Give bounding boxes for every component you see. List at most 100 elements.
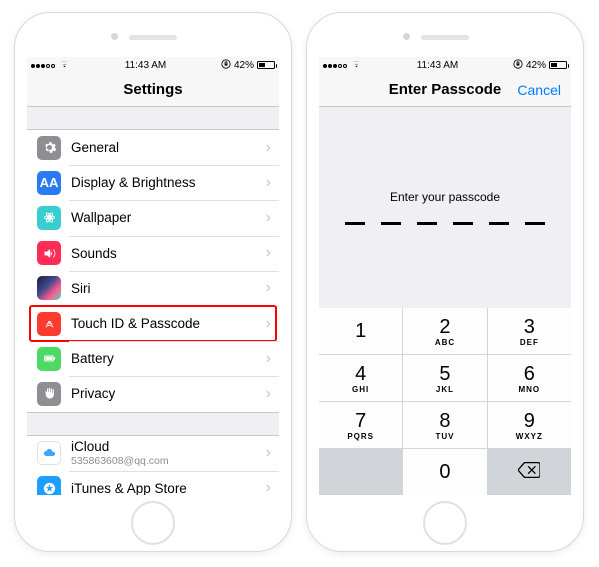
key-digit: 0	[439, 461, 450, 484]
phone-settings: 11:43 AM 42% Settings General ›	[14, 12, 292, 552]
key-4[interactable]: 4GHI	[319, 355, 402, 401]
key-letters: PQRS	[347, 432, 374, 441]
battery-icon	[257, 61, 275, 69]
passcode-dash	[489, 222, 509, 225]
orientation-lock-icon	[221, 59, 231, 71]
row-label: Wallpaper	[71, 210, 262, 225]
key-digit: 7	[355, 410, 366, 433]
home-button[interactable]	[131, 501, 175, 545]
screen-passcode: 11:43 AM 42% Enter Passcode Cancel Enter…	[319, 57, 571, 495]
battery-icon	[37, 347, 61, 371]
chevron-right-icon: ›	[262, 385, 275, 403]
key-6[interactable]: 6MNO	[488, 355, 571, 401]
row-privacy[interactable]: Privacy ›	[27, 376, 279, 411]
home-button[interactable]	[423, 501, 467, 545]
text-size-icon: AA	[37, 171, 61, 195]
phone-passcode: 11:43 AM 42% Enter Passcode Cancel Enter…	[306, 12, 584, 552]
key-digit: 8	[439, 410, 450, 433]
key-2[interactable]: 2ABC	[403, 308, 486, 354]
row-sounds[interactable]: Sounds ›	[27, 236, 279, 271]
chevron-right-icon: ›	[262, 174, 275, 192]
key-digit: 1	[355, 320, 366, 343]
chevron-right-icon: ›	[262, 244, 275, 262]
keypad: 1 2ABC 3DEF 4GHI 5JKL 6MNO 7PQRS 8TUV 9W…	[319, 308, 571, 495]
row-battery[interactable]: Battery ›	[27, 341, 279, 376]
status-right: 42%	[221, 59, 275, 71]
status-time: 11:43 AM	[417, 60, 459, 71]
flower-icon	[37, 206, 61, 230]
key-letters: DEF	[520, 338, 539, 347]
key-letters: JKL	[436, 385, 454, 394]
chevron-right-icon: ›	[262, 315, 275, 333]
status-left	[31, 60, 70, 71]
key-delete[interactable]	[488, 449, 571, 495]
passcode-dash	[417, 222, 437, 225]
chevron-right-icon: ›	[262, 444, 275, 462]
key-7[interactable]: 7PQRS	[319, 402, 402, 448]
chevron-right-icon: ›	[262, 479, 275, 495]
key-0[interactable]: 0	[403, 449, 486, 495]
fingerprint-icon	[37, 312, 61, 336]
row-sublabel: 535863608@qq.com	[71, 455, 262, 467]
signal-dots-icon	[323, 60, 348, 71]
passcode-top: Enter your passcode	[319, 107, 571, 308]
key-digit: 9	[524, 410, 535, 433]
key-1[interactable]: 1	[319, 308, 402, 354]
key-digit: 2	[439, 316, 450, 339]
battery-pct: 42%	[234, 60, 254, 71]
row-general[interactable]: General ›	[27, 130, 279, 165]
cloud-icon	[37, 441, 61, 465]
battery-icon	[549, 61, 567, 69]
phone-speaker	[129, 35, 177, 40]
navbar-settings: Settings	[27, 73, 279, 107]
chevron-right-icon: ›	[262, 209, 275, 227]
row-label: Sounds	[71, 246, 262, 261]
row-wallpaper[interactable]: Wallpaper ›	[27, 200, 279, 235]
wifi-icon	[59, 60, 70, 70]
key-letters: GHI	[352, 385, 369, 394]
key-9[interactable]: 9WXYZ	[488, 402, 571, 448]
siri-icon	[37, 276, 61, 300]
row-itunes[interactable]: iTunes & App Store ›	[27, 471, 279, 495]
key-letters: WXYZ	[516, 432, 543, 441]
cancel-button[interactable]: Cancel	[517, 82, 561, 98]
chevron-right-icon: ›	[262, 350, 275, 368]
phone-camera	[111, 33, 118, 40]
status-time: 11:43 AM	[125, 60, 167, 71]
key-8[interactable]: 8TUV	[403, 402, 486, 448]
status-right: 42%	[513, 59, 567, 71]
status-bar: 11:43 AM 42%	[319, 57, 571, 73]
wifi-icon	[351, 60, 362, 70]
key-digit: 5	[439, 363, 450, 386]
row-icloud[interactable]: iCloud 535863608@qq.com ›	[27, 436, 279, 471]
passcode-dash	[525, 222, 545, 225]
page-title: Enter Passcode	[389, 81, 502, 98]
row-siri[interactable]: Siri ›	[27, 271, 279, 306]
passcode-dash	[381, 222, 401, 225]
page-title: Settings	[123, 81, 182, 98]
appstore-icon	[37, 476, 61, 495]
row-display[interactable]: AA Display & Brightness ›	[27, 165, 279, 200]
key-3[interactable]: 3DEF	[488, 308, 571, 354]
row-touchid[interactable]: Touch ID & Passcode ›	[27, 306, 279, 341]
group-gap	[27, 107, 279, 129]
backspace-icon	[518, 461, 540, 484]
row-label: Siri	[71, 281, 262, 296]
key-blank	[319, 449, 402, 495]
passcode-dash	[453, 222, 473, 225]
row-label: General	[71, 140, 262, 155]
signal-dots-icon	[31, 60, 56, 71]
phone-speaker	[421, 35, 469, 40]
key-letters: MNO	[518, 385, 540, 394]
row-label: Battery	[71, 351, 262, 366]
passcode-prompt: Enter your passcode	[390, 190, 500, 204]
orientation-lock-icon	[513, 59, 523, 71]
status-left	[323, 60, 362, 71]
gear-icon	[37, 136, 61, 160]
key-letters: ABC	[435, 338, 455, 347]
settings-group-1: General › AA Display & Brightness › Wall…	[27, 129, 279, 413]
passcode-dash	[345, 222, 365, 225]
group-gap	[27, 413, 279, 435]
key-5[interactable]: 5JKL	[403, 355, 486, 401]
battery-pct: 42%	[526, 60, 546, 71]
